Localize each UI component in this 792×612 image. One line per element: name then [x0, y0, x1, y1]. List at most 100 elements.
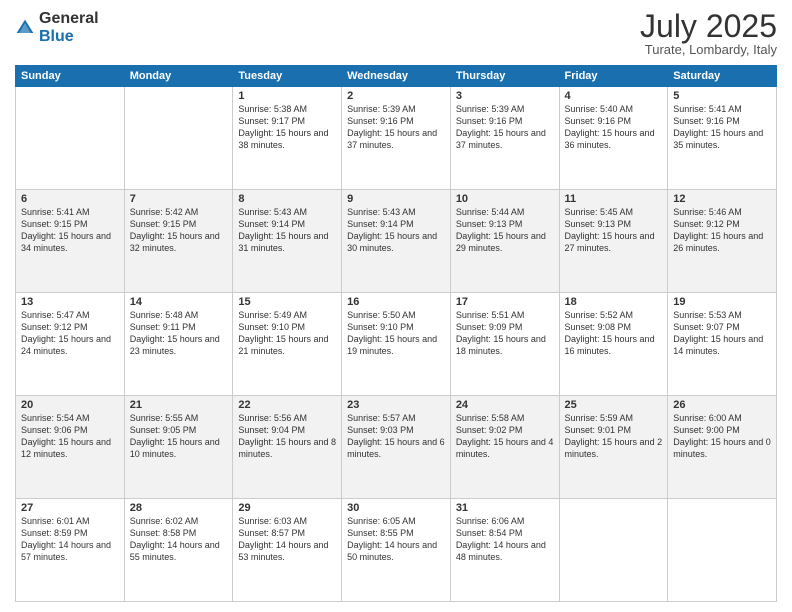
- day-detail-12: Sunrise: 5:46 AMSunset: 9:12 PMDaylight:…: [673, 206, 771, 255]
- day-number-23: 23: [347, 399, 445, 411]
- day-detail-28: Sunrise: 6:02 AMSunset: 8:58 PMDaylight:…: [130, 515, 228, 564]
- day-number-8: 8: [238, 193, 336, 205]
- day-detail-5: Sunrise: 5:41 AMSunset: 9:16 PMDaylight:…: [673, 103, 771, 152]
- cell-1-4: 10Sunrise: 5:44 AMSunset: 9:13 PMDayligh…: [450, 190, 559, 293]
- cell-4-1: 28Sunrise: 6:02 AMSunset: 8:58 PMDayligh…: [124, 499, 233, 602]
- cell-0-1: [124, 87, 233, 190]
- day-number-4: 4: [565, 90, 663, 102]
- cell-1-3: 9Sunrise: 5:43 AMSunset: 9:14 PMDaylight…: [342, 190, 451, 293]
- day-number-6: 6: [21, 193, 119, 205]
- day-detail-27: Sunrise: 6:01 AMSunset: 8:59 PMDaylight:…: [21, 515, 119, 564]
- location: Turate, Lombardy, Italy: [640, 42, 777, 57]
- day-number-7: 7: [130, 193, 228, 205]
- day-number-10: 10: [456, 193, 554, 205]
- day-number-17: 17: [456, 296, 554, 308]
- page: General Blue July 2025 Turate, Lombardy,…: [0, 0, 792, 612]
- day-number-14: 14: [130, 296, 228, 308]
- month-title: July 2025: [640, 10, 777, 42]
- cell-0-6: 5Sunrise: 5:41 AMSunset: 9:16 PMDaylight…: [668, 87, 777, 190]
- cell-1-6: 12Sunrise: 5:46 AMSunset: 9:12 PMDayligh…: [668, 190, 777, 293]
- week-row-4: 27Sunrise: 6:01 AMSunset: 8:59 PMDayligh…: [16, 499, 777, 602]
- day-detail-7: Sunrise: 5:42 AMSunset: 9:15 PMDaylight:…: [130, 206, 228, 255]
- week-row-3: 20Sunrise: 5:54 AMSunset: 9:06 PMDayligh…: [16, 396, 777, 499]
- cell-4-2: 29Sunrise: 6:03 AMSunset: 8:57 PMDayligh…: [233, 499, 342, 602]
- day-detail-10: Sunrise: 5:44 AMSunset: 9:13 PMDaylight:…: [456, 206, 554, 255]
- day-detail-4: Sunrise: 5:40 AMSunset: 9:16 PMDaylight:…: [565, 103, 663, 152]
- cell-0-0: [16, 87, 125, 190]
- day-detail-2: Sunrise: 5:39 AMSunset: 9:16 PMDaylight:…: [347, 103, 445, 152]
- header: General Blue July 2025 Turate, Lombardy,…: [15, 10, 777, 57]
- cell-4-5: [559, 499, 668, 602]
- calendar-header: Sunday Monday Tuesday Wednesday Thursday…: [16, 66, 777, 87]
- cell-1-2: 8Sunrise: 5:43 AMSunset: 9:14 PMDaylight…: [233, 190, 342, 293]
- cell-2-3: 16Sunrise: 5:50 AMSunset: 9:10 PMDayligh…: [342, 293, 451, 396]
- cell-2-5: 18Sunrise: 5:52 AMSunset: 9:08 PMDayligh…: [559, 293, 668, 396]
- col-thursday: Thursday: [450, 66, 559, 87]
- col-saturday: Saturday: [668, 66, 777, 87]
- week-row-0: 1Sunrise: 5:38 AMSunset: 9:17 PMDaylight…: [16, 87, 777, 190]
- week-row-1: 6Sunrise: 5:41 AMSunset: 9:15 PMDaylight…: [16, 190, 777, 293]
- cell-2-6: 19Sunrise: 5:53 AMSunset: 9:07 PMDayligh…: [668, 293, 777, 396]
- cell-0-5: 4Sunrise: 5:40 AMSunset: 9:16 PMDaylight…: [559, 87, 668, 190]
- day-detail-15: Sunrise: 5:49 AMSunset: 9:10 PMDaylight:…: [238, 309, 336, 358]
- col-sunday: Sunday: [16, 66, 125, 87]
- cell-3-1: 21Sunrise: 5:55 AMSunset: 9:05 PMDayligh…: [124, 396, 233, 499]
- day-number-26: 26: [673, 399, 771, 411]
- day-detail-24: Sunrise: 5:58 AMSunset: 9:02 PMDaylight:…: [456, 412, 554, 461]
- day-detail-8: Sunrise: 5:43 AMSunset: 9:14 PMDaylight:…: [238, 206, 336, 255]
- calendar-body: 1Sunrise: 5:38 AMSunset: 9:17 PMDaylight…: [16, 87, 777, 602]
- day-detail-19: Sunrise: 5:53 AMSunset: 9:07 PMDaylight:…: [673, 309, 771, 358]
- cell-3-2: 22Sunrise: 5:56 AMSunset: 9:04 PMDayligh…: [233, 396, 342, 499]
- day-detail-9: Sunrise: 5:43 AMSunset: 9:14 PMDaylight:…: [347, 206, 445, 255]
- cell-3-5: 25Sunrise: 5:59 AMSunset: 9:01 PMDayligh…: [559, 396, 668, 499]
- cell-0-3: 2Sunrise: 5:39 AMSunset: 9:16 PMDaylight…: [342, 87, 451, 190]
- day-number-18: 18: [565, 296, 663, 308]
- cell-3-6: 26Sunrise: 6:00 AMSunset: 9:00 PMDayligh…: [668, 396, 777, 499]
- day-number-30: 30: [347, 502, 445, 514]
- day-detail-3: Sunrise: 5:39 AMSunset: 9:16 PMDaylight:…: [456, 103, 554, 152]
- day-number-11: 11: [565, 193, 663, 205]
- col-monday: Monday: [124, 66, 233, 87]
- logo: General Blue: [15, 10, 99, 45]
- day-number-1: 1: [238, 90, 336, 102]
- week-row-2: 13Sunrise: 5:47 AMSunset: 9:12 PMDayligh…: [16, 293, 777, 396]
- day-detail-22: Sunrise: 5:56 AMSunset: 9:04 PMDaylight:…: [238, 412, 336, 461]
- cell-2-0: 13Sunrise: 5:47 AMSunset: 9:12 PMDayligh…: [16, 293, 125, 396]
- day-detail-16: Sunrise: 5:50 AMSunset: 9:10 PMDaylight:…: [347, 309, 445, 358]
- day-detail-21: Sunrise: 5:55 AMSunset: 9:05 PMDaylight:…: [130, 412, 228, 461]
- day-detail-20: Sunrise: 5:54 AMSunset: 9:06 PMDaylight:…: [21, 412, 119, 461]
- cell-2-1: 14Sunrise: 5:48 AMSunset: 9:11 PMDayligh…: [124, 293, 233, 396]
- cell-4-6: [668, 499, 777, 602]
- cell-0-4: 3Sunrise: 5:39 AMSunset: 9:16 PMDaylight…: [450, 87, 559, 190]
- cell-1-0: 6Sunrise: 5:41 AMSunset: 9:15 PMDaylight…: [16, 190, 125, 293]
- day-detail-26: Sunrise: 6:00 AMSunset: 9:00 PMDaylight:…: [673, 412, 771, 461]
- cell-3-4: 24Sunrise: 5:58 AMSunset: 9:02 PMDayligh…: [450, 396, 559, 499]
- day-detail-13: Sunrise: 5:47 AMSunset: 9:12 PMDaylight:…: [21, 309, 119, 358]
- cell-1-1: 7Sunrise: 5:42 AMSunset: 9:15 PMDaylight…: [124, 190, 233, 293]
- logo-general: General: [39, 10, 99, 27]
- day-detail-1: Sunrise: 5:38 AMSunset: 9:17 PMDaylight:…: [238, 103, 336, 152]
- day-number-12: 12: [673, 193, 771, 205]
- day-detail-11: Sunrise: 5:45 AMSunset: 9:13 PMDaylight:…: [565, 206, 663, 255]
- cell-3-0: 20Sunrise: 5:54 AMSunset: 9:06 PMDayligh…: [16, 396, 125, 499]
- logo-icon: [15, 18, 35, 38]
- col-tuesday: Tuesday: [233, 66, 342, 87]
- day-number-5: 5: [673, 90, 771, 102]
- cell-4-3: 30Sunrise: 6:05 AMSunset: 8:55 PMDayligh…: [342, 499, 451, 602]
- day-number-15: 15: [238, 296, 336, 308]
- cell-1-5: 11Sunrise: 5:45 AMSunset: 9:13 PMDayligh…: [559, 190, 668, 293]
- day-number-13: 13: [21, 296, 119, 308]
- logo-text: General Blue: [39, 10, 99, 45]
- day-detail-6: Sunrise: 5:41 AMSunset: 9:15 PMDaylight:…: [21, 206, 119, 255]
- logo-blue: Blue: [39, 28, 74, 45]
- day-number-16: 16: [347, 296, 445, 308]
- title-block: July 2025 Turate, Lombardy, Italy: [640, 10, 777, 57]
- day-number-29: 29: [238, 502, 336, 514]
- cell-4-0: 27Sunrise: 6:01 AMSunset: 8:59 PMDayligh…: [16, 499, 125, 602]
- day-detail-18: Sunrise: 5:52 AMSunset: 9:08 PMDaylight:…: [565, 309, 663, 358]
- day-number-21: 21: [130, 399, 228, 411]
- day-detail-31: Sunrise: 6:06 AMSunset: 8:54 PMDaylight:…: [456, 515, 554, 564]
- day-number-28: 28: [130, 502, 228, 514]
- day-number-31: 31: [456, 502, 554, 514]
- day-number-27: 27: [21, 502, 119, 514]
